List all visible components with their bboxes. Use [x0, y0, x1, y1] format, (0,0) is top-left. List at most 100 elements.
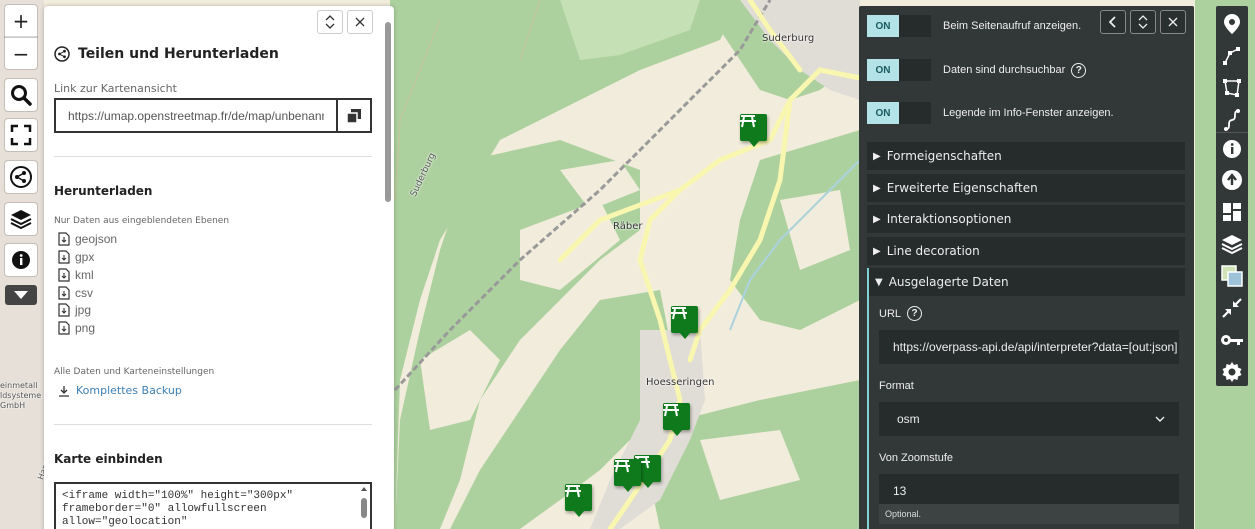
info-icon [1223, 139, 1241, 158]
manage-layers-button[interactable] [1216, 228, 1248, 260]
toggle-label: Beim Seitenaufruf anzeigen. [943, 20, 1082, 32]
info-button[interactable] [5, 244, 37, 276]
section-remote-data[interactable]: ▼ Ausgelagerte Daten [867, 268, 1185, 296]
file-download-icon [58, 286, 70, 300]
more-controls-button[interactable] [5, 285, 37, 305]
search-icon [11, 85, 32, 106]
zoom-from-input[interactable]: 13 [879, 474, 1179, 508]
legend-in-info-switch[interactable]: ON [867, 102, 931, 124]
section-label: Interaktionsoptionen [886, 212, 1012, 226]
copy-link-button[interactable] [336, 100, 370, 131]
permissions-button[interactable] [1216, 324, 1248, 356]
edit-map-info-button[interactable] [1216, 132, 1248, 164]
display-on-load-switch[interactable]: ON [867, 15, 931, 37]
route-icon [1224, 109, 1240, 131]
caret-right-icon: ▶ [873, 213, 881, 225]
help-icon[interactable]: ? [907, 306, 923, 321]
panel-title: Teilen und Herunterladen [54, 46, 279, 62]
center-icon [1222, 298, 1242, 318]
previous-button[interactable] [1100, 10, 1126, 34]
section-advanced-properties[interactable]: ▶ Erweiterte Eigenschaften [867, 174, 1185, 202]
share-panel: Teilen und Herunterladen Link zur Karten… [44, 6, 394, 529]
url-label-row: URL ? [879, 306, 923, 321]
toggle-label: Legende im Info-Fenster anzeigen. [943, 107, 1114, 119]
full-backup-link[interactable]: Komplettes Backup [58, 384, 182, 397]
info-icon [12, 251, 30, 269]
section-interaction-options[interactable]: ▶ Interaktionsoptionen [867, 205, 1185, 233]
draw-polyline-button[interactable] [1216, 40, 1248, 72]
panel-resize-button[interactable] [317, 10, 343, 34]
draw-marker-button[interactable] [1216, 8, 1248, 40]
zoom-in-button[interactable]: + [5, 5, 37, 37]
panel-scrollbar[interactable] [385, 22, 391, 202]
format-label: kml [75, 268, 94, 282]
divider [54, 156, 372, 157]
center-zoom-button[interactable] [1216, 292, 1248, 324]
file-download-icon [58, 303, 70, 317]
draw-polygon-button[interactable] [1216, 72, 1248, 104]
picnic-marker[interactable] [565, 484, 592, 517]
zoom-out-button[interactable]: − [5, 37, 37, 69]
layer-edit-panel: ON Beim Seitenaufruf anzeigen. ON Daten … [859, 6, 1194, 529]
caret-right-icon: ▶ [873, 245, 881, 257]
edit-toolbar [1216, 6, 1248, 386]
panel-resize-button[interactable] [1130, 10, 1156, 34]
embed-section-title: Karte einbinden [54, 452, 163, 466]
close-icon [1168, 17, 1178, 27]
panel-close-button[interactable] [1160, 10, 1186, 34]
share-button[interactable] [5, 161, 37, 193]
layers-button[interactable] [5, 203, 37, 235]
map-link-input[interactable] [56, 100, 336, 131]
fullscreen-button[interactable] [5, 119, 37, 151]
map-settings-button[interactable] [1216, 356, 1248, 388]
format-label: png [75, 321, 96, 335]
copy-icon [346, 108, 361, 124]
format-select[interactable]: osm [879, 402, 1179, 436]
caret-down-icon: ▼ [875, 276, 883, 288]
download-csv-link[interactable]: csv [58, 286, 93, 300]
picnic-marker[interactable] [614, 459, 641, 492]
tilelayer-button[interactable] [1216, 260, 1248, 292]
file-download-icon [58, 268, 70, 282]
link-field-group [54, 98, 372, 133]
section-shape-properties[interactable]: ▶ Formeigenschaften [867, 142, 1185, 170]
map-edge-label: ldsysteme [0, 391, 42, 400]
picnic-marker[interactable] [740, 114, 767, 147]
remote-url-input[interactable]: https://overpass-api.de/api/interpreter?… [879, 330, 1179, 364]
searchable-switch[interactable]: ON [867, 59, 931, 81]
expand-vertical-icon [325, 15, 335, 29]
search-button[interactable] [5, 79, 37, 111]
layout-settings-button[interactable] [1216, 196, 1248, 228]
embed-code-text: <iframe width="100%" height="300px" fram… [62, 490, 294, 528]
download-gpx-link[interactable]: gpx [58, 250, 94, 264]
download-png-link[interactable]: png [58, 321, 95, 335]
section-line-decoration[interactable]: ▶ Line decoration [867, 237, 1185, 265]
download-geojson-link[interactable]: geojson [58, 232, 117, 246]
zoom-in-label: + [12, 9, 30, 33]
toggle-row-searchable: ON Daten sind durchsuchbar? [867, 59, 1087, 81]
picnic-marker[interactable] [663, 403, 690, 436]
link-label: Link zur Kartenansicht [54, 82, 177, 95]
format-label: gpx [75, 250, 95, 264]
optional-hint: Optional. [879, 504, 1179, 524]
download-kml-link[interactable]: kml [58, 268, 94, 282]
share-icon [10, 166, 32, 188]
embed-code-textarea[interactable]: <iframe width="100%" height="300px" fram… [54, 482, 372, 529]
picnic-marker[interactable] [671, 306, 698, 339]
marker-icon [1224, 14, 1240, 34]
panel-close-button[interactable] [347, 10, 373, 34]
import-data-button[interactable] [1216, 164, 1248, 196]
key-icon [1221, 335, 1243, 345]
download-jpg-link[interactable]: jpg [58, 303, 91, 317]
toggle-row-legend: ON Legende im Info-Fenster anzeigen. [867, 102, 1114, 124]
embed-scrollbar[interactable] [360, 486, 368, 529]
switch-on-label: ON [867, 59, 899, 81]
url-label: URL [879, 307, 902, 320]
help-icon[interactable]: ? [1071, 62, 1087, 78]
layers-icon [10, 210, 32, 230]
zoom-from-label: Von Zoomstufe [879, 452, 953, 464]
section-label: Erweiterte Eigenschaften [886, 181, 1038, 195]
download-icon [59, 385, 69, 397]
caret-right-icon: ▶ [873, 182, 881, 194]
tilelayer-icon [1221, 265, 1243, 287]
